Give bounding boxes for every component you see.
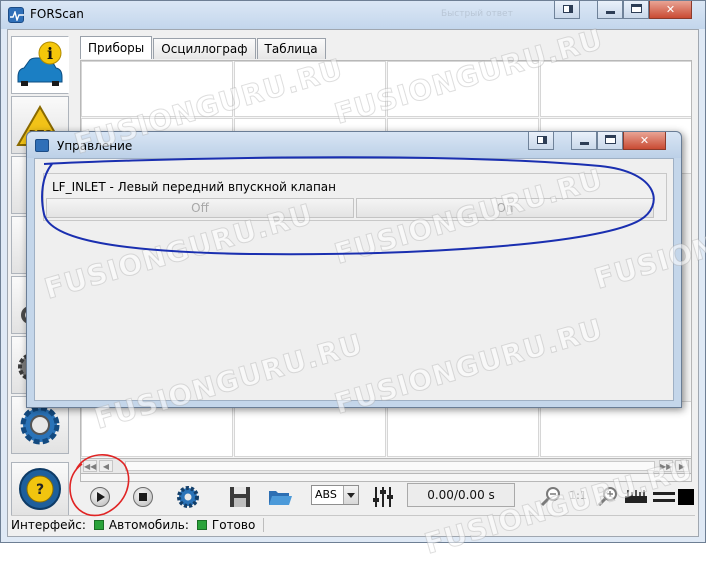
chevron-down-icon[interactable] [343,486,358,504]
scroll-start-icon[interactable]: ◀◀ [83,460,97,472]
ruler-button[interactable] [620,481,650,511]
equalizer-icon [373,487,393,507]
control-label: LF_INLET - Левый передний впускной клапа… [52,180,336,194]
play-button[interactable] [84,481,114,511]
gauge-slot[interactable] [234,61,386,117]
gauge-slot[interactable] [81,401,233,457]
interface-status-led [93,520,104,530]
steering-help-icon: ? [19,468,61,510]
close-icon: ✕ [665,3,676,16]
zoom-in-icon [597,487,617,507]
zoom-out-button[interactable] [535,481,565,511]
scroll-track[interactable] [125,461,655,471]
stop-icon [139,493,147,501]
dialog-maximize-button[interactable] [597,132,623,150]
minimize-button[interactable] [597,1,623,19]
ready-label: Готово [211,518,256,532]
title-bar: FORScan Быстрый ответ ✕ [1,1,705,29]
folder-open-icon [269,491,292,505]
dialog-body: LF_INLET - Левый передний впускной клапа… [34,158,674,401]
window-controls-right: ✕ [597,1,692,19]
tab-bar: Приборы Осциллограф Таблица [80,36,327,59]
status-bar: Интерфейс: Автомобиль: Готово [11,515,695,534]
stop-button[interactable] [127,481,157,511]
off-button[interactable]: Off [46,198,354,218]
screen-icon [537,136,547,144]
close-icon: ✕ [639,134,650,147]
dialog-minimize-button[interactable] [571,132,597,150]
protocol-select[interactable]: ABS [311,485,359,505]
scroll-left-icon[interactable]: ◀ [99,460,113,472]
screen-mode-button[interactable] [554,1,580,19]
on-button[interactable]: On [356,198,654,218]
time-display: 0.00/0.00 s [407,483,515,507]
dialog-title-bar[interactable]: Управление ✕ [27,132,681,158]
save-icon [230,487,250,507]
status-divider [263,518,265,532]
zoom-in-button[interactable] [592,481,622,511]
ruler-icon [625,490,647,503]
control-item: LF_INLET - Левый передний впускной клапа… [43,173,667,221]
svg-text:i: i [47,44,53,63]
tab-oscilloscope[interactable]: Осциллограф [153,38,256,59]
timeline-scrollbar[interactable]: ◀◀ ◀ ▶▶ ▶ [80,458,692,474]
vehicle-label: Автомобиль: [108,518,189,532]
close-button[interactable]: ✕ [649,1,692,19]
minimize-icon [580,142,589,145]
equalizer-button[interactable] [367,481,397,511]
scroll-right-icon[interactable]: ▶ [675,460,689,472]
dialog-window-controls [528,132,554,150]
maximize-icon [605,135,616,144]
title-hint: Быстрый ответ [441,9,513,19]
interface-label: Интерфейс: [11,518,86,532]
dialog-close-button[interactable]: ✕ [623,132,666,150]
gauge-slot[interactable] [387,61,539,117]
tab-table[interactable]: Таблица [256,38,326,59]
tab-gauges[interactable]: Приборы [80,36,153,59]
svg-text:?: ? [36,482,44,498]
gauge-slot[interactable] [540,61,691,117]
dialog-window-controls-right: ✕ [571,132,666,150]
cog-icon [177,486,199,508]
car-info-icon: i [17,41,63,86]
sidebar-item-vehicle-info[interactable]: i [11,36,69,94]
protocol-value: ABS [315,488,337,501]
sidebar-item-help[interactable]: ? [11,462,69,516]
app-icon [8,7,24,23]
gauge-slot[interactable] [81,61,233,117]
settings-button[interactable] [172,481,202,511]
window-controls [554,1,580,19]
gauge-slot[interactable] [540,401,691,457]
app-icon [35,139,49,152]
fill-button[interactable] [674,481,704,511]
zoom-reset-button[interactable]: 1:1 [563,481,593,511]
gauge-slot[interactable] [234,401,386,457]
toolbar: ABS 0.00/0.00 s 1:1 [68,479,698,513]
maximize-icon [631,4,642,13]
dialog-screen-mode-button[interactable] [528,132,554,150]
dialog-title: Управление [57,139,133,153]
play-icon [97,492,105,502]
save-button[interactable] [224,481,254,511]
window-title: FORScan [30,7,84,21]
maximize-button[interactable] [623,1,649,19]
vehicle-status-led [196,520,207,530]
zoom-out-icon [540,487,560,507]
open-button[interactable] [264,481,294,511]
minimize-icon [606,11,615,14]
screen-icon [563,5,573,13]
control-dialog: Управление ✕ LF_INLET - Левый передний в… [26,131,682,408]
scroll-end-icon[interactable]: ▶▶ [659,460,673,472]
black-square-icon [678,489,694,505]
gauge-slot[interactable] [387,401,539,457]
